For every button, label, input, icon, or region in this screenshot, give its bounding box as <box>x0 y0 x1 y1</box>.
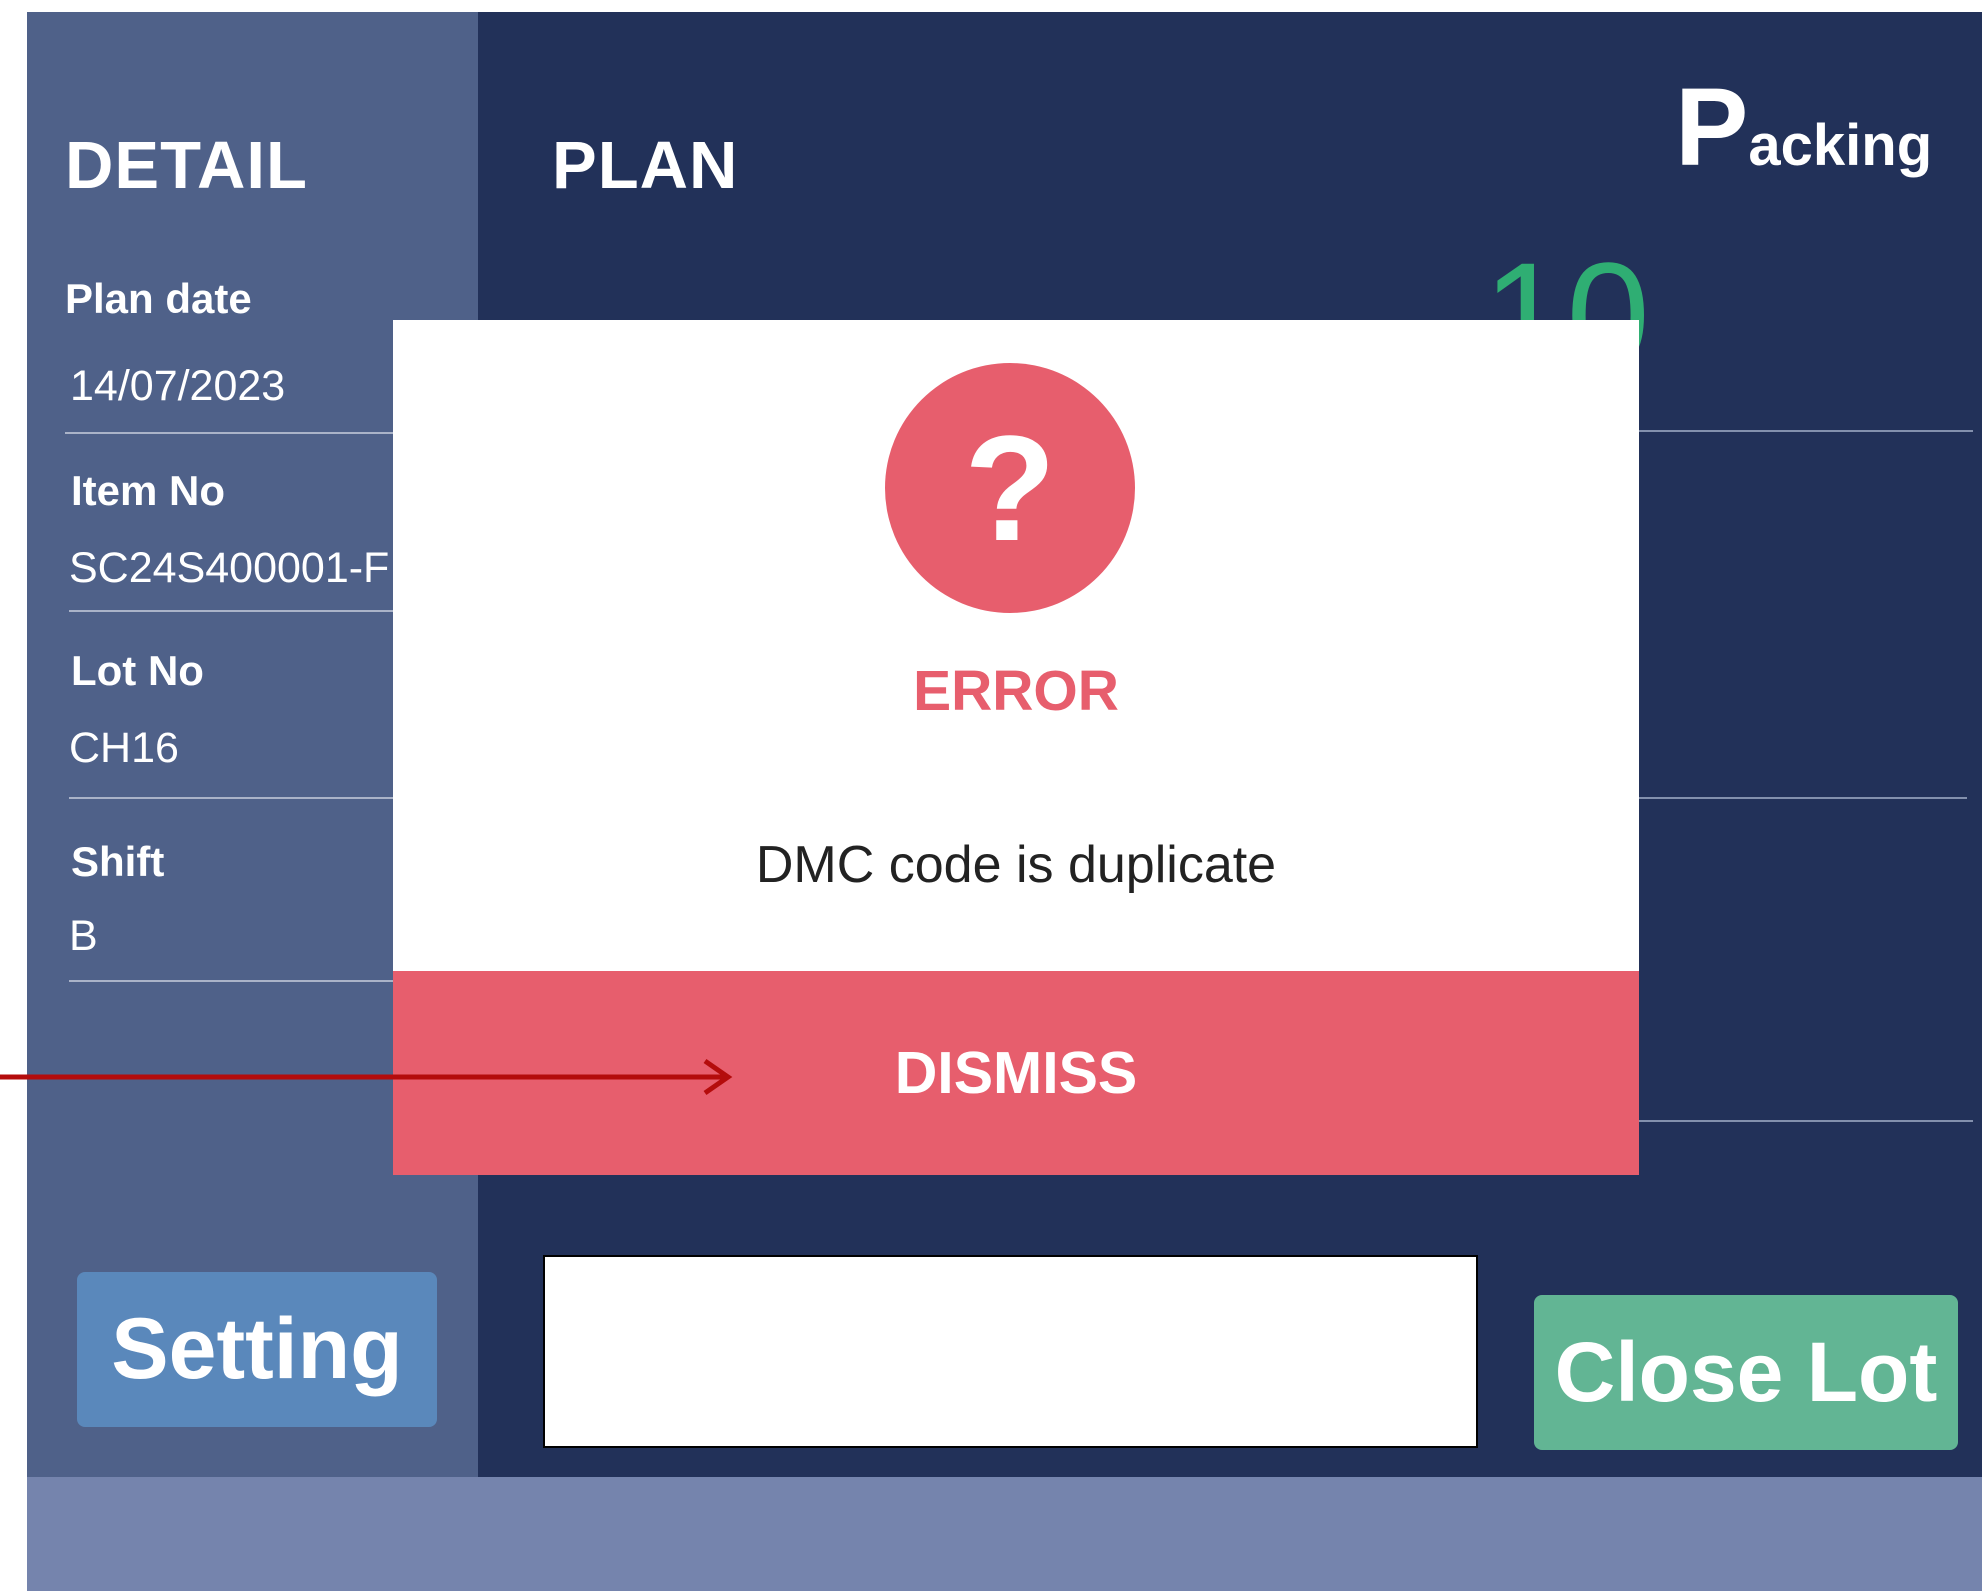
shift-label: Shift <box>71 838 165 885</box>
question-icon: ? <box>885 363 1135 613</box>
plan-title: PLAN <box>552 128 739 203</box>
plan-date-label: Plan date <box>65 275 252 322</box>
annotation-arrow-icon <box>0 1058 733 1096</box>
error-title: ERROR <box>913 659 1119 723</box>
shift-divider <box>69 980 449 982</box>
close-lot-button[interactable]: Close Lot <box>1534 1295 1958 1450</box>
bottom-bar <box>27 1477 1982 1591</box>
item-no-divider <box>69 610 449 612</box>
lot-no-divider <box>69 797 449 799</box>
packing-screen: DETAIL Plan date 14/07/2023 Item No SC24… <box>27 12 1982 1591</box>
logo-text: acking <box>1748 113 1933 178</box>
item-no-value: SC24S400001-F <box>69 544 390 592</box>
plan-date-value: 14/07/2023 <box>70 362 286 410</box>
logo-initial: P <box>1675 66 1749 189</box>
setting-button[interactable]: Setting <box>77 1272 437 1427</box>
plan-date-divider <box>65 432 445 434</box>
scan-input[interactable] <box>543 1255 1478 1448</box>
error-message: DMC code is duplicate <box>755 836 1277 894</box>
item-no-label: Item No <box>71 467 226 514</box>
lot-no-label: Lot No <box>71 647 204 694</box>
detail-title: DETAIL <box>65 128 308 203</box>
lot-no-value: CH16 <box>69 724 179 772</box>
packing-logo: Packing <box>1675 64 1932 191</box>
shift-value: B <box>69 912 98 960</box>
error-dialog: ? ERROR DMC code is duplicate DISMISS <box>393 320 1639 1175</box>
